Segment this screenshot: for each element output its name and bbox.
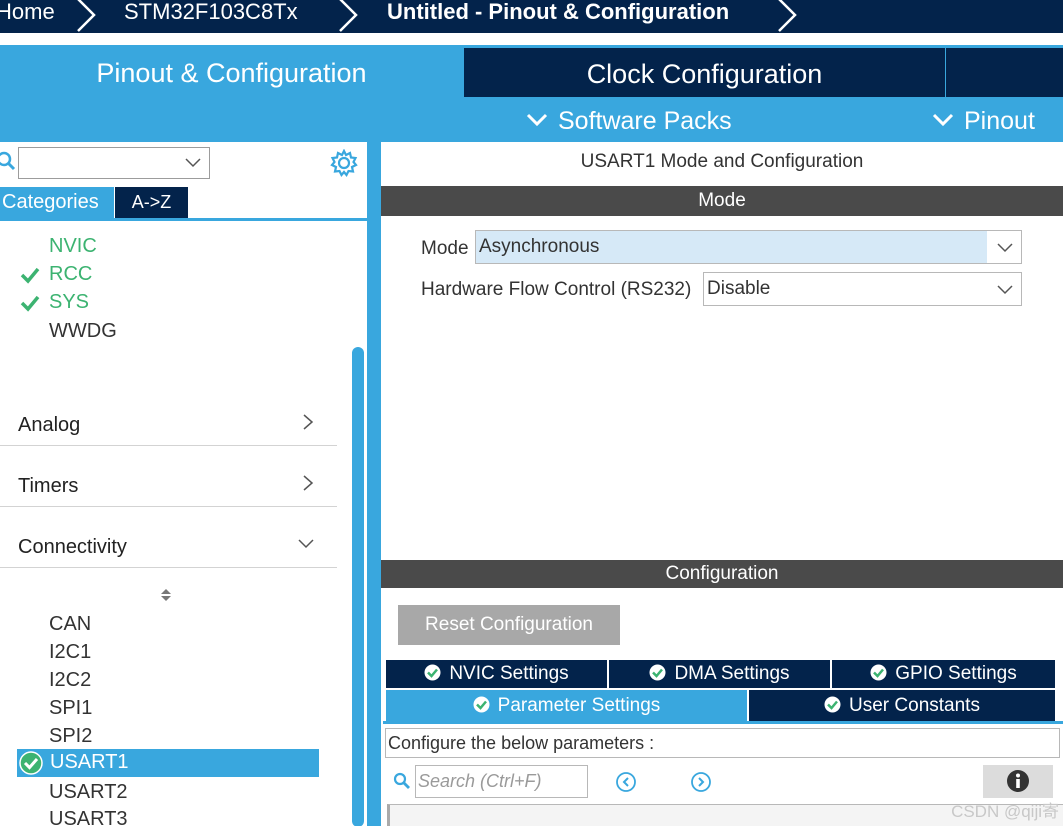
tab-parameter-settings[interactable]: Parameter Settings	[386, 690, 747, 721]
reset-configuration-button[interactable]: Reset Configuration	[398, 605, 620, 645]
mode-value: Asynchronous	[479, 236, 600, 257]
info-button[interactable]	[983, 765, 1053, 798]
check-circle-icon	[424, 664, 441, 681]
parameter-search-input[interactable]	[416, 766, 587, 797]
parameter-search-box	[415, 765, 588, 798]
flow-control-select[interactable]: Disable	[703, 272, 1022, 306]
main-tab-bar: Pinout & Configuration Clock Configurati…	[0, 45, 1063, 142]
category-analog[interactable]: Analog	[0, 386, 337, 446]
tab-a-to-z[interactable]: A->Z	[115, 187, 188, 218]
category-label: Connectivity	[18, 536, 127, 558]
category-label: Timers	[18, 475, 79, 497]
list-item-can[interactable]: CAN	[49, 612, 91, 636]
sort-icon[interactable]	[158, 587, 174, 603]
panel-splitter[interactable]	[367, 142, 381, 826]
list-item-wwdg[interactable]: WWDG	[49, 319, 117, 343]
breadcrumb-chevron-icon	[66, 0, 106, 33]
check-circle-icon	[473, 696, 490, 713]
tab-label: Parameter Settings	[497, 695, 661, 716]
chevron-right-icon	[303, 475, 314, 491]
right-panel: USART1 Mode and Configuration Mode Mode …	[381, 142, 1063, 826]
mode-label: Mode	[421, 238, 469, 259]
tab-dma-settings[interactable]: DMA Settings	[609, 660, 830, 688]
software-packs-label: Software Packs	[558, 107, 732, 135]
info-icon	[1007, 770, 1029, 792]
mode-select[interactable]: Asynchronous	[475, 230, 1022, 264]
check-circle-icon	[870, 664, 887, 681]
breadcrumb-current: Untitled - Pinout & Configuration	[387, 0, 730, 24]
chevron-down-icon	[298, 539, 314, 549]
tab-gpio-settings[interactable]: GPIO Settings	[832, 660, 1055, 688]
gear-icon[interactable]	[330, 149, 358, 177]
tab-label: DMA Settings	[674, 663, 790, 684]
tab-underline	[383, 721, 1063, 724]
left-panel: Categories A->Z NVIC RCC SYS WWDG Analog…	[0, 142, 367, 826]
tab-more[interactable]	[946, 48, 1063, 97]
pinout-menu-label: Pinout	[964, 107, 1035, 135]
category-connectivity[interactable]: Connectivity	[0, 508, 337, 568]
pinout-menu[interactable]: Pinout	[932, 101, 1035, 141]
check-circle-icon	[824, 696, 841, 713]
flow-control-value: Disable	[707, 278, 771, 299]
list-item-rcc[interactable]: RCC	[49, 262, 92, 286]
list-item-label: USART1	[50, 751, 129, 773]
left-scrollbar[interactable]	[352, 347, 364, 826]
breadcrumb-chevron-icon	[328, 0, 368, 33]
list-item-usart2[interactable]: USART2	[49, 780, 128, 804]
list-item-nvic[interactable]: NVIC	[49, 234, 97, 258]
list-item-usart1[interactable]: USART1	[17, 749, 319, 777]
breadcrumb-chevron-icon	[767, 0, 807, 33]
configure-parameters-note: Configure the below parameters :	[385, 728, 1060, 758]
breadcrumb: Home STM32F103C8Tx Untitled - Pinout & C…	[0, 0, 1063, 33]
chevron-down-icon	[997, 285, 1013, 295]
list-item-spi2[interactable]: SPI2	[49, 724, 92, 748]
chevron-right-icon	[303, 414, 314, 430]
mode-header: Mode	[381, 186, 1063, 216]
tab-categories[interactable]: Categories	[0, 187, 114, 218]
tab-label: GPIO Settings	[895, 663, 1017, 684]
category-tabs: Categories A->Z	[0, 187, 367, 221]
tab-label: NVIC Settings	[449, 663, 569, 684]
component-search-input[interactable]	[18, 147, 210, 179]
software-packs-menu[interactable]: Software Packs	[526, 101, 732, 141]
chevron-down-icon	[997, 243, 1013, 253]
list-item-spi1[interactable]: SPI1	[49, 696, 92, 720]
check-circle-icon	[19, 751, 43, 775]
check-icon	[20, 295, 40, 312]
previous-match-icon[interactable]	[615, 771, 637, 793]
chevron-down-icon	[932, 113, 954, 127]
check-circle-icon	[649, 664, 666, 681]
category-label: Analog	[18, 414, 81, 436]
list-item-usart3[interactable]: USART3	[49, 807, 128, 826]
watermark: CSDN @qiji寄	[951, 802, 1059, 821]
tab-user-constants[interactable]: User Constants	[749, 690, 1055, 721]
tab-label: User Constants	[849, 695, 980, 716]
breadcrumb-home[interactable]: Home	[0, 0, 55, 30]
category-timers[interactable]: Timers	[0, 447, 337, 507]
next-match-icon[interactable]	[690, 771, 712, 793]
flow-control-label: Hardware Flow Control (RS232)	[421, 279, 692, 300]
tab-nvic-settings[interactable]: NVIC Settings	[386, 660, 607, 688]
list-item-sys[interactable]: SYS	[49, 290, 89, 314]
search-icon	[393, 772, 410, 789]
list-item-i2c1[interactable]: I2C1	[49, 640, 91, 664]
chevron-down-icon	[526, 113, 548, 127]
configuration-header: Configuration	[381, 560, 1063, 588]
list-item-i2c2[interactable]: I2C2	[49, 668, 91, 692]
tab-pinout-configuration[interactable]: Pinout & Configuration	[0, 47, 463, 96]
chevron-down-icon[interactable]	[185, 158, 201, 168]
search-icon	[0, 151, 16, 171]
panel-title: USART1 Mode and Configuration	[580, 151, 864, 172]
breadcrumb-device[interactable]: STM32F103C8Tx	[124, 0, 298, 30]
check-icon	[20, 267, 40, 284]
tab-clock-configuration[interactable]: Clock Configuration	[464, 48, 945, 97]
